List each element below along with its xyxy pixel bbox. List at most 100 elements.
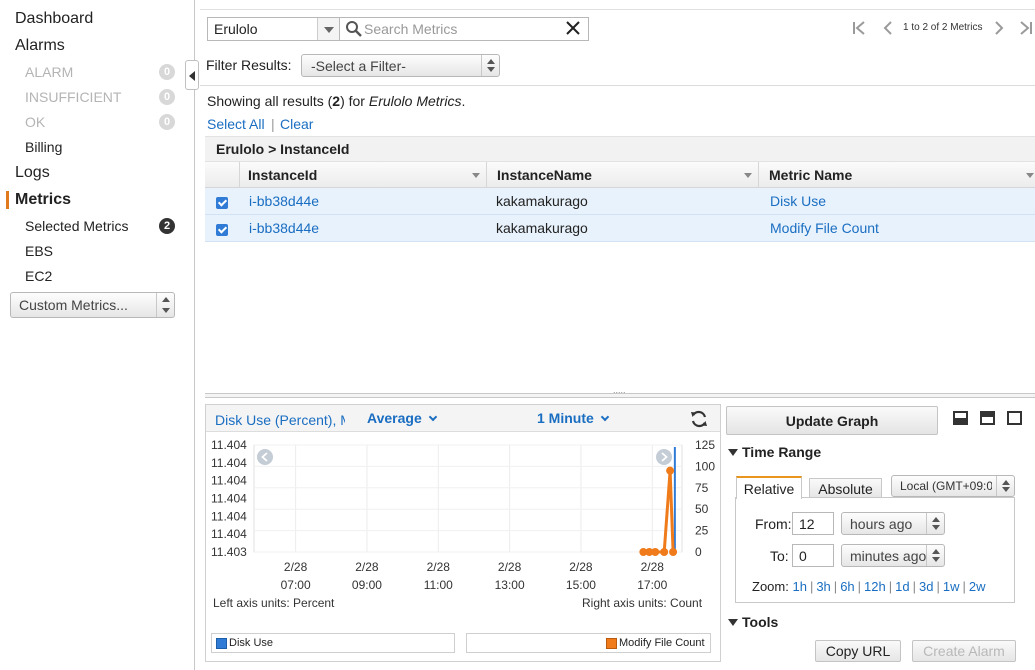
nav-alarm-state-alarm[interactable]: ALARM: [25, 64, 73, 80]
nav-metrics[interactable]: Metrics: [15, 191, 71, 209]
left-axis-tick-label: 11.404: [211, 474, 247, 488]
column-header-metric-name[interactable]: Metric Name: [769, 167, 852, 183]
legend-label: Modify File Count: [619, 637, 705, 649]
zoom-options: Zoom: 1h | 3h | 6h | 12h | 1d | 3d | 1w | 2w: [752, 579, 986, 594]
scroll-left-icon[interactable]: [257, 449, 273, 465]
zoom-3d[interactable]: 3d: [919, 579, 933, 594]
to-value-input[interactable]: [792, 544, 834, 567]
nav-ec2[interactable]: EC2: [25, 268, 52, 284]
statistic-select[interactable]: Average: [367, 410, 437, 426]
legend-disk-use[interactable]: Disk Use: [211, 633, 455, 653]
sort-caret-icon[interactable]: [1026, 173, 1034, 178]
to-unit-select[interactable]: minutes ago: [841, 544, 945, 567]
zoom-2w[interactable]: 2w: [969, 579, 986, 594]
update-graph-button[interactable]: Update Graph: [726, 406, 938, 435]
results-summary-suffix: .: [461, 93, 466, 109]
tab-absolute[interactable]: Absolute: [809, 478, 882, 498]
nav-alarm-state-insufficient[interactable]: INSUFFICIENT: [25, 89, 121, 105]
tab-relative[interactable]: Relative: [736, 476, 802, 499]
create-alarm-button[interactable]: Create Alarm: [912, 640, 1016, 662]
refresh-icon[interactable]: [689, 409, 709, 429]
search-input[interactable]: [364, 20, 564, 38]
collapse-sidebar-arrow-icon[interactable]: [185, 60, 199, 90]
sort-caret-icon[interactable]: [744, 173, 752, 178]
instance-id-link[interactable]: i-bb38d44e: [249, 220, 319, 236]
nav-logs[interactable]: Logs: [15, 164, 50, 182]
link-separator: |: [271, 116, 275, 132]
sort-caret-icon[interactable]: [472, 173, 480, 178]
legend-modify-file-count[interactable]: Modify File Count: [466, 633, 711, 653]
zoom-1w[interactable]: 1w: [943, 579, 960, 594]
filter-select-value: -Select a Filter-: [311, 58, 406, 74]
nav-selected-metrics[interactable]: Selected Metrics: [25, 218, 128, 234]
metric-name-link[interactable]: Disk Use: [770, 193, 826, 209]
tools-heading[interactable]: Tools: [728, 614, 778, 630]
right-axis-tick-label: 100: [695, 459, 715, 473]
x-axis-tick-time: 07:00: [281, 578, 311, 592]
layout-small-icon[interactable]: [953, 411, 968, 425]
period-select[interactable]: 1 Minute: [537, 410, 610, 426]
results-summary-mid: ) for: [340, 93, 369, 109]
insufficient-count-badge: 0: [159, 89, 175, 105]
legend-label: Disk Use: [229, 637, 274, 649]
x-axis-tick-time: 11:00: [424, 578, 453, 592]
from-unit-select[interactable]: hours ago: [841, 512, 945, 535]
nav-ebs[interactable]: EBS: [25, 243, 53, 259]
instance-name: kakamakurago: [496, 220, 588, 236]
select-arrows-icon: [996, 476, 1014, 496]
close-icon[interactable]: [565, 20, 581, 36]
nav-billing[interactable]: Billing: [25, 139, 62, 155]
time-range-heading[interactable]: Time Range: [728, 444, 821, 460]
table-row[interactable]: i-bb38d44e kakamakurago Disk Use: [205, 188, 1035, 215]
from-unit-value: hours ago: [850, 516, 913, 532]
previous-page-icon[interactable]: [880, 20, 896, 36]
resize-splitter-handle[interactable]: [205, 385, 1035, 398]
chevron-down-icon[interactable]: [317, 18, 339, 40]
graph-title[interactable]: Disk Use (Percent), Modify File Count: [215, 412, 345, 428]
zoom-3h[interactable]: 3h: [816, 579, 830, 594]
results-count: 2: [332, 93, 341, 109]
from-label: From:: [755, 516, 792, 532]
active-nav-indicator: [6, 191, 9, 209]
scroll-right-icon[interactable]: [656, 449, 672, 465]
layout-large-icon[interactable]: [1007, 411, 1022, 425]
namespace-select[interactable]: Erulolo: [207, 17, 340, 41]
next-page-icon[interactable]: [991, 20, 1007, 36]
tools-heading-label: Tools: [742, 614, 779, 630]
statistic-select-value: Average: [367, 410, 422, 426]
row-checkbox[interactable]: [216, 197, 228, 209]
custom-metrics-select[interactable]: Custom Metrics...: [10, 292, 175, 318]
nav-alarm-state-ok[interactable]: OK: [25, 114, 45, 130]
x-axis-tick-time: 09:00: [352, 578, 382, 592]
nav-alarms[interactable]: Alarms: [15, 37, 65, 55]
from-value-input[interactable]: [792, 512, 834, 535]
zoom-1d[interactable]: 1d: [895, 579, 909, 594]
zoom-label: Zoom:: [752, 579, 789, 594]
zoom-12h[interactable]: 12h: [864, 579, 886, 594]
table-row[interactable]: i-bb38d44e kakamakurago Modify File Coun…: [205, 215, 1035, 242]
zoom-6h[interactable]: 6h: [840, 579, 854, 594]
zoom-1h[interactable]: 1h: [792, 579, 806, 594]
select-all-link[interactable]: Select All: [207, 116, 265, 132]
clear-link[interactable]: Clear: [280, 116, 313, 132]
instance-id-link[interactable]: i-bb38d44e: [249, 193, 319, 209]
metric-name-link[interactable]: Modify File Count: [770, 220, 879, 236]
pager-status: 1 to 2 of 2 Metrics: [903, 22, 983, 33]
filter-select[interactable]: -Select a Filter-: [301, 54, 500, 77]
modify-file-count-point: [669, 548, 678, 556]
last-page-icon[interactable]: [1017, 20, 1033, 36]
x-axis-tick-date: 2/28: [355, 560, 379, 574]
nav-dashboard[interactable]: Dashboard: [15, 10, 93, 28]
layout-medium-icon[interactable]: [980, 411, 995, 425]
first-page-icon[interactable]: [852, 20, 868, 36]
right-axis: 125 100 75 50 25 0: [695, 438, 715, 559]
row-checkbox[interactable]: [216, 224, 228, 236]
timezone-select[interactable]: Local (GMT+09:00): [891, 475, 1015, 497]
column-header-instanceid[interactable]: InstanceId: [248, 167, 317, 183]
right-axis-units: Right axis units: Count: [582, 596, 703, 610]
column-divider: [758, 162, 759, 188]
right-axis-tick-label: 125: [695, 438, 715, 452]
plot-area: [253, 444, 683, 553]
column-header-instancename[interactable]: InstanceName: [497, 167, 592, 183]
copy-url-button[interactable]: Copy URL: [815, 640, 901, 662]
